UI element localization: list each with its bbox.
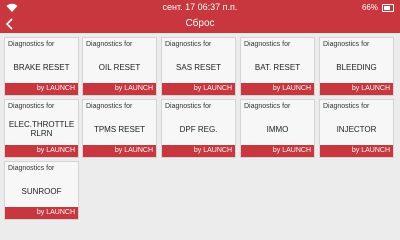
card-label: BAT. RESET [254, 62, 301, 72]
card-brake-reset[interactable]: Diagnostics for BRAKE RESET by LAUNCH [4, 37, 79, 96]
card-footer: by LAUNCH [5, 145, 78, 157]
battery-percent: 66% [361, 3, 378, 12]
card-label: OIL RESET [98, 62, 141, 72]
card-prefix: Diagnostics for [86, 103, 133, 110]
card-label: SAS RESET [176, 62, 221, 72]
card-prefix: Diagnostics for [244, 41, 291, 48]
card-label: DPF REG. [179, 124, 218, 134]
title-bar: Сброс [0, 16, 400, 33]
card-prefix: Diagnostics for [165, 41, 212, 48]
card-prefix: Diagnostics for [8, 103, 55, 110]
card-label: TPMS RESET [93, 124, 146, 134]
card-label: BLEEDING [336, 62, 377, 72]
card-footer: by LAUNCH [162, 83, 235, 95]
card-prefix: Diagnostics for [86, 41, 133, 48]
card-footer: by LAUNCH [320, 145, 393, 157]
card-footer: by LAUNCH [83, 145, 156, 157]
status-bar: сент. 17 06:37 п.п. 66% [0, 0, 400, 16]
card-oil-reset[interactable]: Diagnostics for OIL RESET by LAUNCH [82, 37, 157, 96]
card-sunroof[interactable]: Diagnostics for SUNROOF by LAUNCH [4, 161, 79, 220]
card-footer: by LAUNCH [241, 145, 314, 157]
card-injector[interactable]: Diagnostics for INJECTOR by LAUNCH [319, 99, 394, 158]
page-title: Сброс [185, 18, 215, 29]
card-prefix: Diagnostics for [8, 41, 55, 48]
card-footer: by LAUNCH [5, 207, 78, 219]
card-footer: by LAUNCH [83, 83, 156, 95]
status-time: сент. 17 06:37 п.п. [162, 2, 238, 12]
card-immo[interactable]: Diagnostics for IMMO by LAUNCH [240, 99, 315, 158]
card-footer: by LAUNCH [320, 83, 393, 95]
card-elec-throttle[interactable]: Diagnostics for ELEC.THROTTLE RLRN by LA… [4, 99, 79, 158]
card-prefix: Diagnostics for [323, 103, 370, 110]
card-label: BRAKE RESET [13, 62, 70, 72]
card-prefix: Diagnostics for [323, 41, 370, 48]
card-prefix: Diagnostics for [244, 103, 291, 110]
card-bleeding[interactable]: Diagnostics for BLEEDING by LAUNCH [319, 37, 394, 96]
card-label: IMMO [266, 124, 289, 134]
card-label: INJECTOR [336, 124, 377, 134]
card-footer: by LAUNCH [162, 145, 235, 157]
card-prefix: Diagnostics for [165, 103, 212, 110]
card-sas-reset[interactable]: Diagnostics for SAS RESET by LAUNCH [161, 37, 236, 96]
battery-icon [382, 4, 394, 12]
card-footer: by LAUNCH [241, 83, 314, 95]
card-bat-reset[interactable]: Diagnostics for BAT. RESET by LAUNCH [240, 37, 315, 96]
card-footer: by LAUNCH [5, 83, 78, 95]
card-tpms-reset[interactable]: Diagnostics for TPMS RESET by LAUNCH [82, 99, 157, 158]
card-prefix: Diagnostics for [8, 165, 55, 172]
card-label: SUNROOF [21, 186, 62, 196]
card-label: ELEC.THROTTLE RLRN [8, 120, 75, 138]
card-dpf-reg[interactable]: Diagnostics for DPF REG. by LAUNCH [161, 99, 236, 158]
